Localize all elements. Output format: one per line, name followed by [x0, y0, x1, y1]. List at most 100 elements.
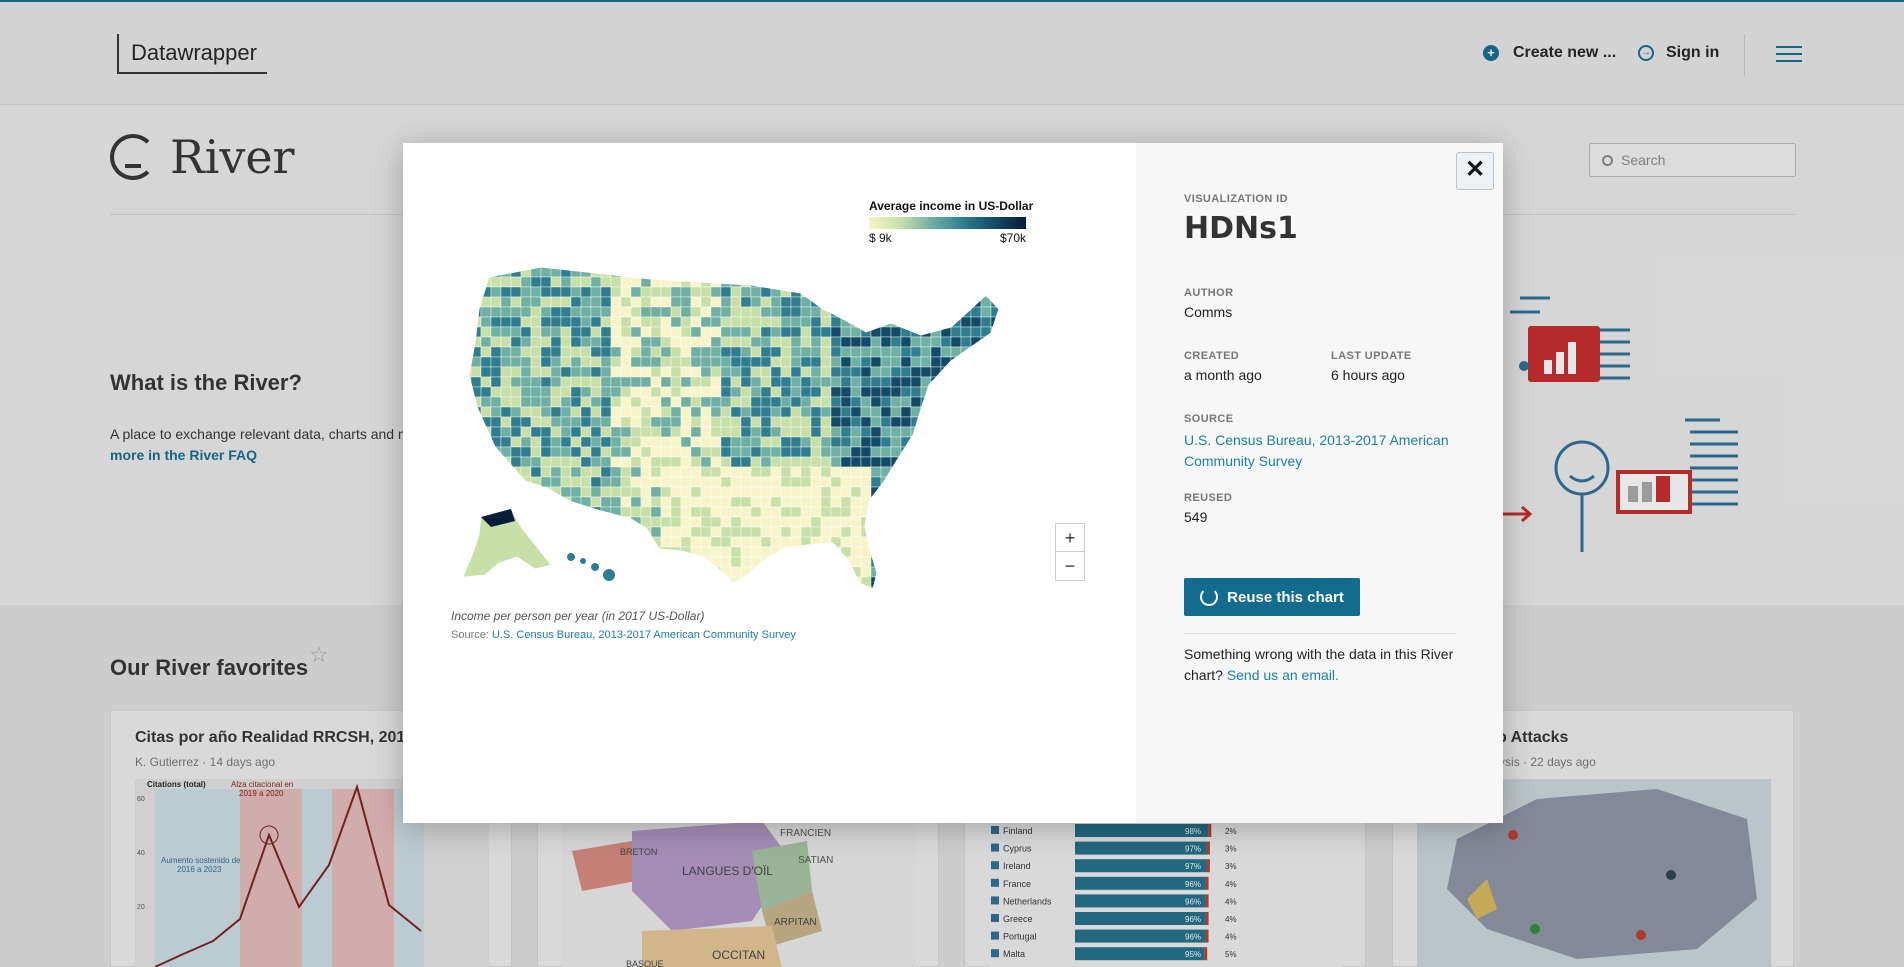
county-cell: [1001, 327, 1011, 337]
county-cell: [660, 586, 672, 589]
zoom-out-button[interactable]: −: [1056, 552, 1084, 580]
close-modal-button[interactable]: ✕: [1456, 152, 1494, 190]
county-cell: [650, 466, 662, 478]
county-cell: [700, 436, 712, 448]
county-cell: [730, 466, 742, 478]
county-cell: [670, 556, 682, 568]
county-cell: [580, 286, 592, 298]
county-cell: [880, 306, 892, 318]
county-cell: [530, 446, 542, 458]
county-cell: [850, 556, 862, 568]
county-cell: [990, 406, 999, 418]
county-cell: [990, 496, 999, 508]
county-cell: [890, 586, 902, 589]
county-cell: [620, 456, 632, 468]
county-cell: [480, 496, 492, 508]
county-cell: [960, 376, 972, 388]
county-cell: [690, 386, 702, 398]
county-cell: [790, 267, 802, 268]
county-cell: [480, 406, 492, 418]
county-cell: [580, 396, 592, 408]
created-block: CREATED a month ago: [1184, 350, 1262, 383]
county-cell: [910, 506, 922, 518]
county-cell: [630, 316, 642, 328]
county-cell: [730, 336, 742, 348]
county-cell: [480, 267, 492, 278]
county-cell: [700, 566, 712, 578]
county-cell: [490, 296, 502, 308]
county-cell: [670, 296, 682, 308]
county-cell: [690, 456, 702, 468]
county-cell: [550, 276, 562, 288]
county-cell: [700, 267, 712, 268]
county-cell: [820, 326, 832, 338]
county-cell: [630, 476, 642, 488]
county-cell: [570, 526, 582, 538]
county-cell: [790, 416, 802, 428]
county-cell: [710, 306, 722, 318]
county-cell: [830, 546, 842, 558]
county-cell: [950, 296, 962, 308]
county-cell: [570, 276, 582, 288]
county-cell: [880, 566, 892, 578]
county-cell: [840, 586, 852, 589]
county-cell: [880, 496, 892, 508]
county-cell: [740, 576, 752, 588]
county-cell: [570, 456, 582, 468]
county-cell: [680, 356, 692, 368]
county-cell: [500, 466, 512, 478]
county-cell: [980, 396, 992, 408]
county-cell: [980, 386, 992, 398]
chart-source-link[interactable]: U.S. Census Bureau, 2013-2017 American C…: [492, 629, 796, 641]
county-cell: [560, 536, 572, 548]
county-cell: [600, 556, 612, 568]
county-cell: [770, 486, 782, 498]
county-cell: [900, 406, 912, 418]
reuse-chart-button[interactable]: Reuse this chart: [1184, 578, 1360, 616]
county-cell: [590, 516, 602, 528]
county-cell: [900, 496, 912, 508]
county-cell: [850, 506, 862, 518]
county-cell: [580, 267, 592, 268]
county-cell: [610, 376, 622, 388]
county-cell: [990, 516, 999, 528]
county-cell: [770, 267, 782, 278]
county-cell: [469, 476, 472, 488]
county-cell: [500, 406, 512, 418]
county-cell: [860, 496, 872, 508]
send-email-link[interactable]: Send us an email.: [1227, 667, 1339, 683]
county-cell: [890, 566, 902, 578]
county-cell: [730, 366, 742, 378]
county-cell: [880, 316, 892, 328]
county-cell: [690, 316, 702, 328]
county-cell: [480, 456, 492, 468]
county-cell: [720, 406, 732, 418]
county-cell: [890, 476, 902, 488]
county-cell: [580, 546, 592, 558]
county-cell: [610, 466, 622, 478]
county-cell: [640, 516, 652, 528]
county-cell: [630, 366, 642, 378]
county-cell: [660, 416, 672, 428]
county-cell: [800, 386, 812, 398]
county-cell: [469, 356, 472, 368]
county-cell: [860, 506, 872, 518]
county-cell: [980, 486, 992, 498]
county-cell: [770, 566, 782, 578]
county-cell: [670, 276, 682, 288]
county-cell: [530, 306, 542, 318]
county-cell: [830, 396, 842, 408]
source-link[interactable]: U.S. Census Bureau, 2013-2017 American C…: [1184, 430, 1469, 472]
county-cell: [600, 526, 612, 538]
us-income-choropleth-map[interactable]: [451, 187, 1091, 747]
county-cell: [900, 426, 912, 438]
zoom-in-button[interactable]: +: [1056, 524, 1084, 552]
county-cell: [630, 416, 642, 428]
county-cell: [610, 416, 622, 428]
county-cell: [970, 446, 982, 458]
county-cell: [920, 546, 932, 558]
county-cell: [790, 306, 802, 318]
county-cell: [490, 276, 502, 288]
county-cell: [570, 346, 582, 358]
county-cell: [580, 296, 592, 308]
